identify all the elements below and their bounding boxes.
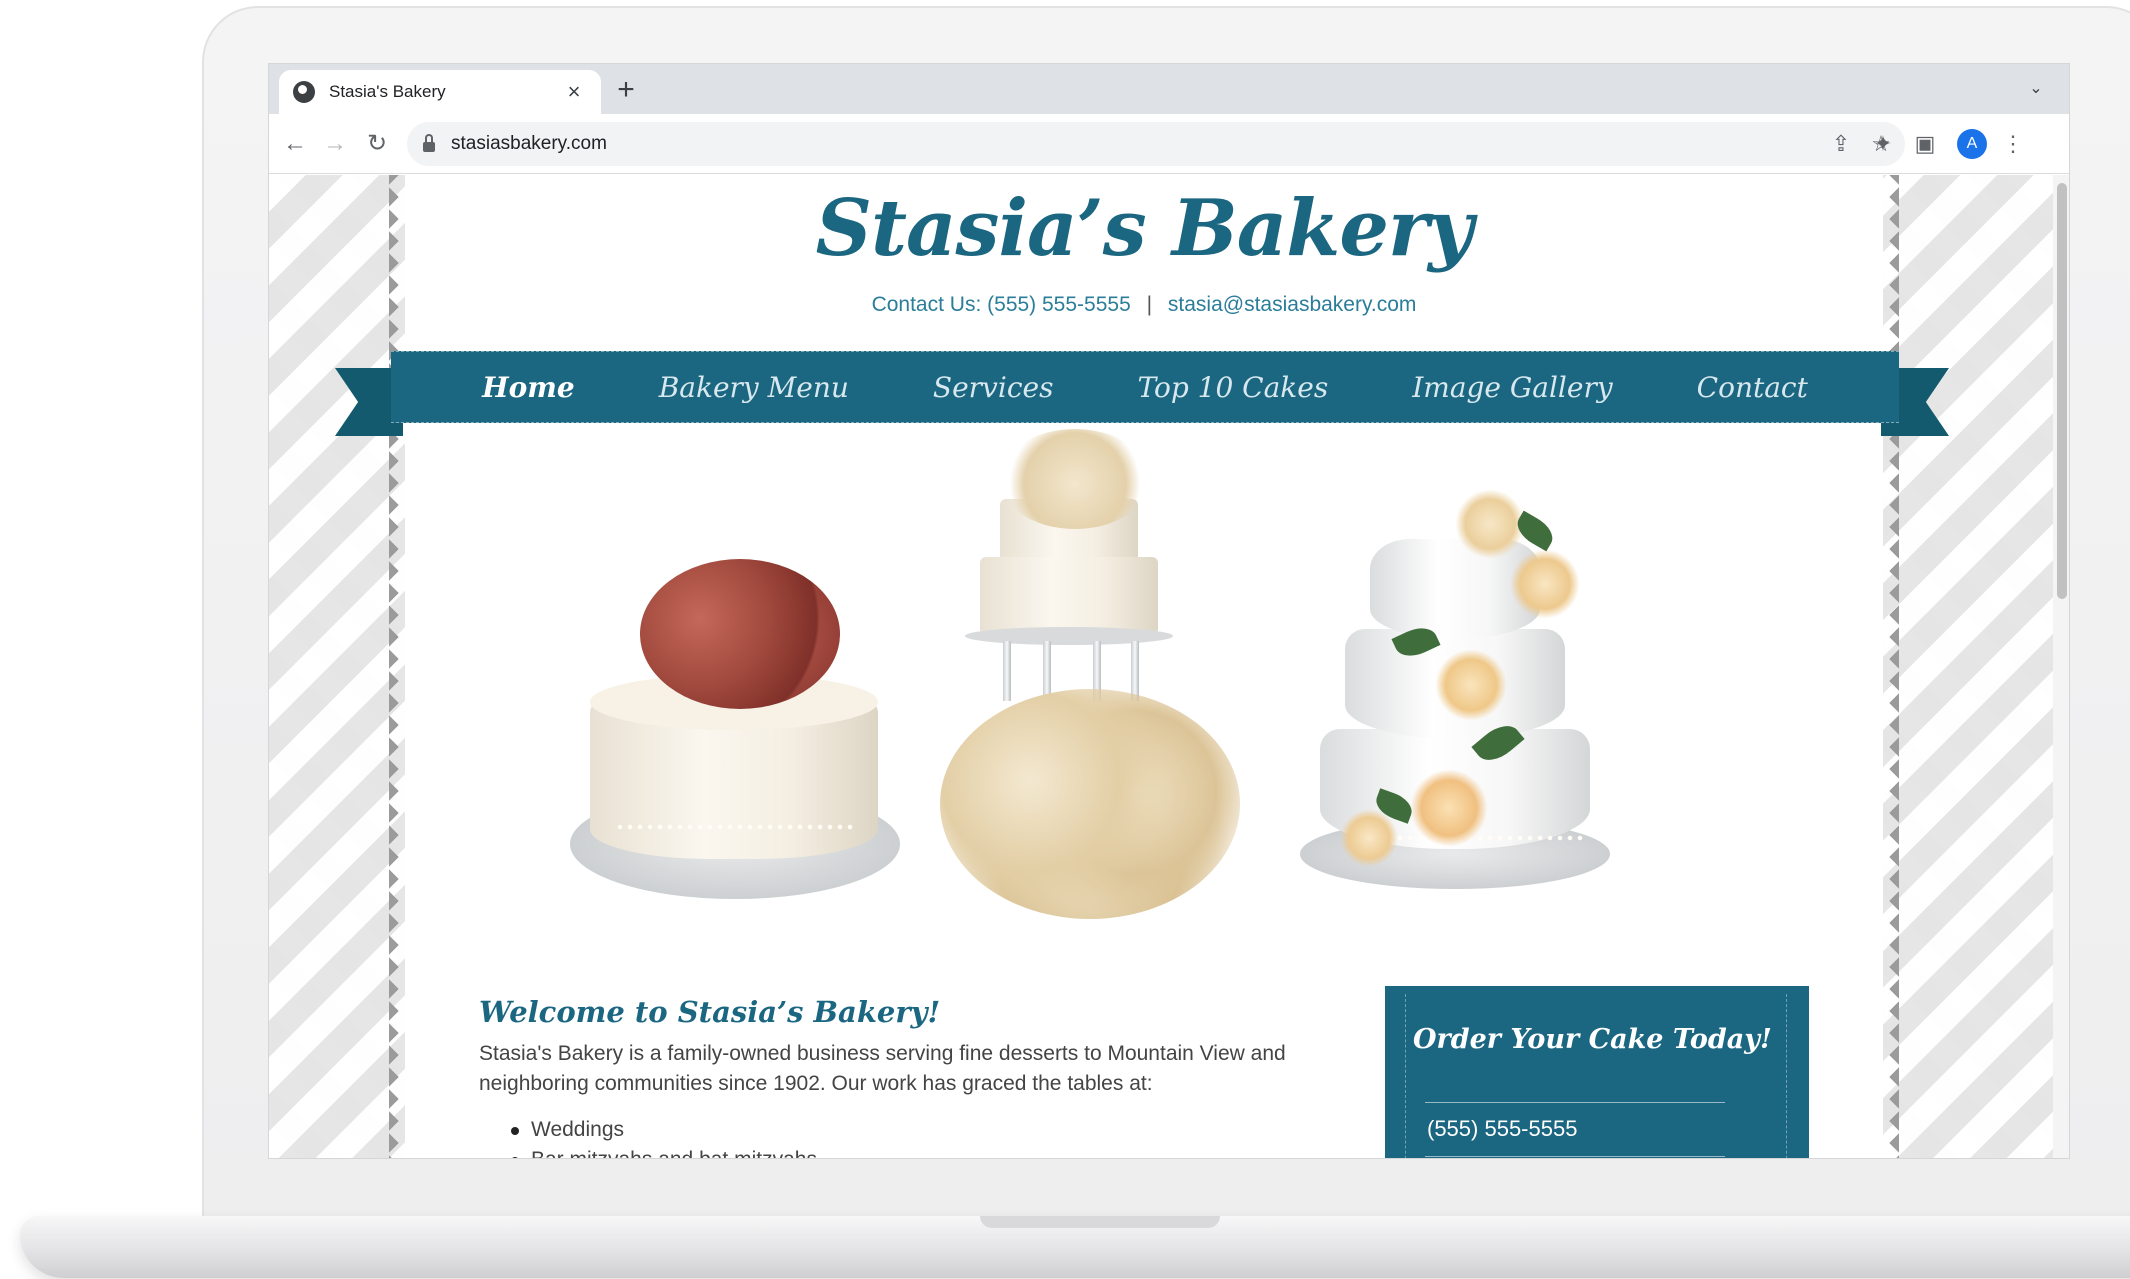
list-item: Bar mitzvahs and bat mitzvahs	[479, 1145, 1179, 1158]
browser-window: Stasia's Bakery × + ⌄ ← → ↻ stasiasbaker…	[268, 63, 2070, 1159]
order-divider	[1425, 1156, 1725, 1157]
reload-icon[interactable]: ↻	[361, 128, 393, 160]
peach-rose	[1435, 649, 1507, 721]
close-icon[interactable]: ×	[561, 79, 587, 105]
share-icon[interactable]: ⇪	[1825, 128, 1857, 160]
nav-item-bakery-menu[interactable]: Bakery Menu	[617, 371, 891, 404]
nav-item-home[interactable]: Home	[440, 371, 617, 404]
screenshot-stage: Stasia's Bakery × + ⌄ ← → ↻ stasiasbaker…	[0, 0, 2130, 1279]
tab-title: Stasia's Bakery	[329, 82, 446, 101]
order-divider	[1425, 1102, 1725, 1103]
web-viewport: Stasia’s Bakery Contact Us: (555) 555-55…	[269, 175, 2069, 1158]
nav-item-services[interactable]: Services	[891, 371, 1096, 404]
cake-pillar	[1003, 641, 1011, 701]
list-item: Weddings	[479, 1115, 1179, 1145]
main-nav: Home Bakery Menu Services Top 10 Cakes I…	[391, 351, 1899, 423]
venue-list: Weddings Bar mitzvahs and bat mitzvahs	[479, 1115, 1179, 1158]
address-bar[interactable]: stasiasbakery.com ⇪ ☆	[407, 122, 1905, 166]
welcome-heading: Welcome to Stasia’s Bakery!	[479, 995, 941, 1029]
peach-rose	[1455, 489, 1525, 559]
forward-icon[interactable]: →	[319, 128, 351, 160]
url-text: stasiasbakery.com	[451, 133, 607, 154]
welcome-body: Stasia's Bakery is a family-owned busine…	[479, 1042, 1286, 1095]
cake-piping	[615, 824, 855, 830]
peach-rose	[1340, 809, 1398, 867]
zigzag-border-right	[1881, 175, 1899, 1158]
menu-icon[interactable]: ⋮	[1997, 128, 2029, 160]
cake-tier	[980, 557, 1158, 635]
site-title: Stasia’s Bakery	[815, 183, 1474, 274]
tab-strip: Stasia's Bakery × + ⌄	[269, 64, 2069, 114]
chevron-down-icon[interactable]: ⌄	[2021, 74, 2051, 104]
order-heading: Order Your Cake Today!	[1413, 1024, 1772, 1055]
page-scrollbar[interactable]	[2053, 175, 2069, 1158]
peach-rose	[1510, 549, 1580, 619]
cake-pillar	[1131, 641, 1139, 701]
browser-toolbar: ← → ↻ stasiasbakery.com ⇪ ☆ ✦ ▣ A ⋮	[269, 114, 2069, 174]
scrollbar-thumb[interactable]	[2057, 183, 2067, 599]
contact-phone-link[interactable]: (555) 555-5555	[987, 293, 1131, 316]
red-roses-topper	[640, 559, 840, 709]
cream-roses-topper	[1000, 429, 1150, 529]
peach-rose	[1410, 769, 1488, 847]
extensions-icon[interactable]: ✦	[1867, 128, 1899, 160]
new-tab-button[interactable]: +	[607, 72, 645, 110]
order-cake-box: Order Your Cake Today! (555) 555-5555	[1385, 986, 1809, 1158]
contact-separator: |	[1146, 293, 1153, 316]
cream-roses-cascade	[940, 689, 1240, 919]
contact-label: Contact Us:	[871, 293, 982, 316]
lock-icon	[423, 134, 435, 152]
profile-avatar[interactable]: A	[1957, 129, 1987, 159]
contact-email-link[interactable]: stasia@stasiasbakery.com	[1168, 293, 1417, 316]
order-phone-link[interactable]: (555) 555-5555	[1427, 1116, 1577, 1142]
back-icon[interactable]: ←	[279, 128, 311, 160]
hero-cakes-image	[555, 429, 1765, 919]
nav-item-contact[interactable]: Contact	[1655, 371, 1850, 404]
laptop-notch	[980, 1216, 1220, 1228]
cake-separator-plate	[965, 627, 1173, 645]
browser-tab[interactable]: Stasia's Bakery ×	[279, 70, 601, 114]
page-content: Stasia’s Bakery Contact Us: (555) 555-55…	[405, 175, 1883, 1158]
nav-item-image-gallery[interactable]: Image Gallery	[1370, 371, 1654, 404]
nav-item-top-10-cakes[interactable]: Top 10 Cakes	[1095, 371, 1370, 404]
side-panel-icon[interactable]: ▣	[1909, 128, 1941, 160]
globe-icon	[293, 81, 315, 103]
contact-line: Contact Us: (555) 555-5555 | stasia@stas…	[405, 293, 1883, 317]
